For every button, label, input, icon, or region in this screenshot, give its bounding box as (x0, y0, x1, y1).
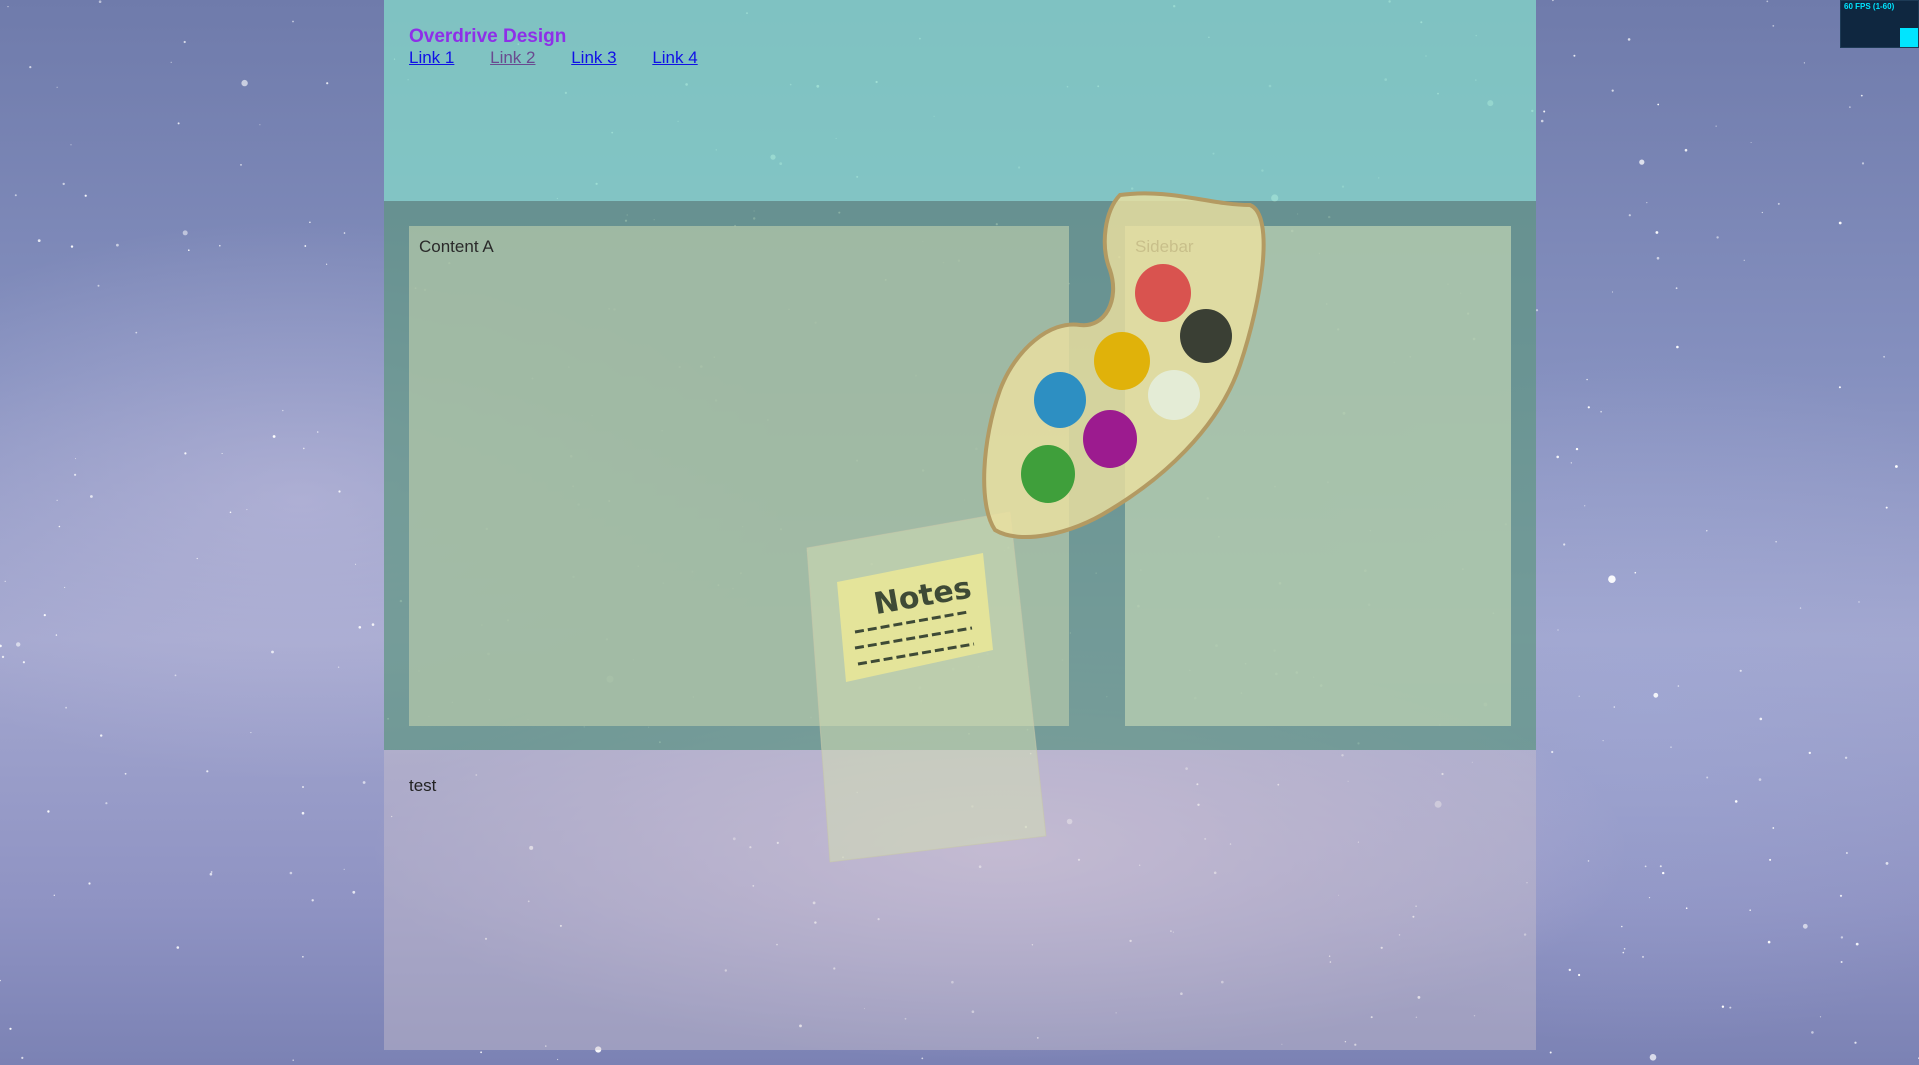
fps-meter-label: 60 FPS (1-60) (1844, 2, 1895, 11)
site-footer: test (384, 750, 1536, 1050)
nav-link-1[interactable]: Link 1 (409, 48, 454, 67)
fps-meter: 60 FPS (1-60) (1840, 0, 1919, 48)
fps-meter-bar (1900, 28, 1918, 47)
nav-link-4[interactable]: Link 4 (652, 48, 697, 67)
nav-link-2[interactable]: Link 2 (490, 48, 535, 67)
site-header: Overdrive Design Link 1 Link 2 Link 3 Li… (384, 0, 1536, 201)
main-section: Content A Sidebar (384, 201, 1536, 750)
footer-text: test (409, 776, 437, 795)
main-nav: Link 1 Link 2 Link 3 Link 4 (409, 48, 729, 68)
sidebar-panel: Sidebar (1125, 226, 1511, 726)
content-a-panel: Content A (409, 226, 1069, 726)
page-container: Overdrive Design Link 1 Link 2 Link 3 Li… (384, 0, 1536, 1050)
content-a-label: Content A (419, 237, 494, 256)
nav-link-3[interactable]: Link 3 (571, 48, 616, 67)
sidebar-label: Sidebar (1135, 237, 1194, 256)
site-title: Overdrive Design (409, 26, 567, 47)
